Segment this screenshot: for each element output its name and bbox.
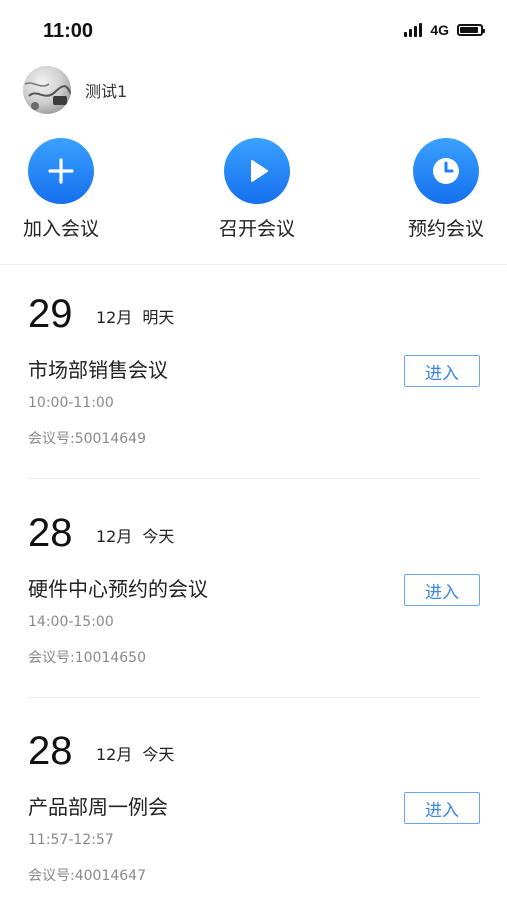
meeting-card[interactable]: 28 12月 今天 产品部周一例会 11:57-12:57 会议号:4001464… bbox=[28, 727, 480, 897]
meeting-card[interactable]: 28 12月 今天 硬件中心预约的会议 14:00-15:00 会议号:10014… bbox=[28, 509, 480, 727]
meeting-title: 产品部周一例会 bbox=[28, 795, 168, 819]
meeting-month: 12月 bbox=[96, 527, 133, 546]
enter-meeting-button[interactable]: 进入 bbox=[404, 355, 480, 387]
plus-icon bbox=[28, 138, 94, 204]
meeting-day: 29 bbox=[28, 292, 73, 336]
status-time: 11:00 bbox=[43, 20, 94, 42]
meeting-month: 12月 bbox=[96, 745, 133, 764]
meeting-card[interactable]: 29 12月 明天 市场部销售会议 10:00-11:00 会议号:5001464… bbox=[28, 290, 480, 508]
meeting-id: 会议号:50014649 bbox=[28, 431, 146, 447]
meeting-date-meta: 12月 今天 bbox=[96, 741, 174, 765]
meeting-time: 10:00-11:00 bbox=[28, 395, 114, 411]
network-type: 4G bbox=[430, 22, 449, 38]
avatar[interactable] bbox=[23, 66, 71, 114]
meeting-day: 28 bbox=[28, 729, 73, 773]
meeting-title: 市场部销售会议 bbox=[28, 358, 168, 382]
section-divider bbox=[0, 264, 507, 265]
battery-icon bbox=[457, 24, 485, 36]
enter-meeting-button[interactable]: 进入 bbox=[404, 792, 480, 824]
join-meeting-button[interactable]: 加入会议 bbox=[11, 138, 111, 241]
meeting-divider bbox=[28, 478, 480, 479]
meeting-title: 硬件中心预约的会议 bbox=[28, 577, 208, 601]
meeting-day: 28 bbox=[28, 511, 73, 555]
meeting-divider bbox=[28, 697, 480, 698]
schedule-meeting-button[interactable]: 预约会议 bbox=[396, 138, 496, 241]
user-profile[interactable]: 测试1 bbox=[23, 66, 127, 114]
meeting-relative-day: 明天 bbox=[142, 308, 175, 327]
status-indicators: 4G bbox=[404, 22, 485, 38]
schedule-meeting-label: 预约会议 bbox=[407, 218, 484, 240]
enter-meeting-button[interactable]: 进入 bbox=[404, 574, 480, 606]
meeting-relative-day: 今天 bbox=[142, 527, 175, 546]
meeting-id: 会议号:10014650 bbox=[28, 650, 146, 666]
meeting-time: 11:57-12:57 bbox=[28, 832, 114, 848]
username: 测试1 bbox=[85, 82, 128, 101]
play-icon bbox=[224, 138, 290, 204]
meeting-relative-day: 今天 bbox=[142, 745, 175, 764]
status-bar: 11:00 4G bbox=[0, 0, 507, 62]
clock-icon bbox=[413, 138, 479, 204]
meeting-month: 12月 bbox=[96, 308, 133, 327]
join-meeting-label: 加入会议 bbox=[22, 218, 99, 240]
start-meeting-button[interactable]: 召开会议 bbox=[207, 138, 307, 241]
meeting-date-meta: 12月 今天 bbox=[96, 523, 174, 547]
start-meeting-label: 召开会议 bbox=[218, 218, 295, 240]
meeting-id: 会议号:40014647 bbox=[28, 868, 146, 884]
signal-icon bbox=[404, 23, 423, 37]
meeting-date-meta: 12月 明天 bbox=[96, 304, 174, 328]
quick-actions: 加入会议 召开会议 预约会议 bbox=[0, 138, 507, 248]
meeting-time: 14:00-15:00 bbox=[28, 614, 114, 630]
